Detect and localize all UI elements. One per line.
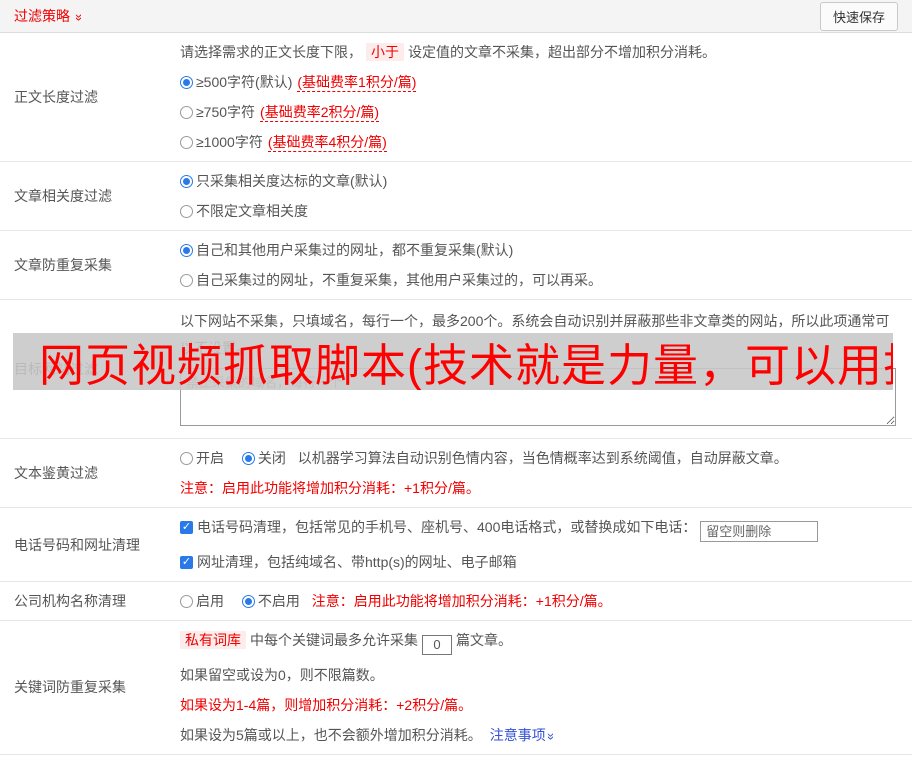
row-keyword-dedup: 关键词防重复采集 私有词库中每个关键词最多允许采集 篇文章。 如果留空或设为0，则…	[0, 621, 912, 755]
replacement-phone-input[interactable]	[700, 521, 819, 542]
double-chevron-down-icon: «	[70, 13, 86, 22]
option-label: 开启	[196, 450, 224, 466]
intro-before: 请选择需求的正文长度下限，	[180, 44, 362, 60]
option-label: 自己和其他用户采集过的网址，都不重复采集(默认)	[196, 242, 514, 258]
row-label: 电话号码和网址清理	[14, 536, 140, 553]
option-relevance-only[interactable]: 只采集相关度达标的文章(默认)	[180, 166, 896, 196]
phone-clean-option[interactable]: ✓ 电话号码清理，包括常见的手机号、座机号、400电话格式，或替换成如下电话：	[180, 512, 896, 547]
option-dedup-all[interactable]: 自己和其他用户采集过的网址，都不重复采集(默认)	[180, 235, 896, 265]
checkbox-checked-icon[interactable]: ✓	[180, 521, 193, 534]
radio-icon[interactable]	[180, 452, 193, 465]
option-disable[interactable]: 关闭	[241, 450, 286, 466]
option-500-chars[interactable]: ≥500字符(默认) (基础费率1积分/篇)	[180, 67, 896, 97]
radio-icon[interactable]	[180, 136, 193, 149]
radio-icon[interactable]	[180, 205, 193, 218]
body-length-intro: 请选择需求的正文长度下限， 小于 设定值的文章不采集，超出部分不增加积分消耗。	[180, 37, 896, 67]
row-content: 开启 关闭 以机器学习算法自动识别色情内容，当色情概率达到系统阈值，自动屏蔽文章…	[180, 439, 912, 507]
option-fee: (基础费率1积分/篇)	[297, 74, 417, 92]
option-label: 启用	[196, 593, 224, 609]
radio-icon[interactable]	[180, 106, 193, 119]
option-1000-chars[interactable]: ≥1000字符 (基础费率4积分/篇)	[180, 127, 896, 157]
row-label: 公司机构名称清理	[14, 593, 126, 609]
limit-text-before: 中每个关键词最多允许采集	[250, 632, 418, 648]
row-content: 请选择需求的正文长度下限， 小于 设定值的文章不采集，超出部分不增加积分消耗。 ≥5…	[180, 33, 912, 161]
keyword-note-five: 如果设为5篇或以上，也不会额外增加积分消耗。 注意事项«	[180, 720, 896, 750]
option-fee: (基础费率4积分/篇)	[267, 134, 387, 152]
page-title-text: 过滤策略	[14, 8, 70, 24]
blocked-domains-textarea[interactable]	[180, 368, 896, 426]
radio-icon[interactable]	[180, 244, 193, 257]
option-label: 不启用	[257, 593, 300, 609]
row-content: 启用 不启用 注意：启用此功能将增加积分消耗：+1积分/篇。	[180, 582, 912, 620]
intro-after: 设定值的文章不采集，超出部分不增加积分消耗。	[408, 44, 716, 60]
row-target-site-filter: 目标网站过滤 以下网站不采集，只填域名，每行一个，最多200个。系统会自动识别并…	[0, 300, 912, 439]
option-fee: (基础费率2积分/篇)	[260, 104, 380, 122]
keyword-note-zero: 如果留空或设为0，则不限篇数。	[180, 666, 384, 683]
radio-icon[interactable]	[241, 595, 255, 608]
row-content: 以下网站不采集，只填域名，每行一个，最多200个。系统会自动识别并屏蔽那些非文章…	[180, 300, 912, 438]
option-label: 不限定文章相关度	[196, 203, 308, 219]
row-relevance-filter: 文章相关度过滤 只采集相关度达标的文章(默认) 不限定文章相关度	[0, 162, 912, 231]
radio-icon[interactable]	[241, 452, 255, 465]
option-dedup-self[interactable]: 自己采集过的网址，不重复采集，其他用户采集过的，可以再采。	[180, 265, 896, 295]
option-label: ≥750字符	[196, 104, 256, 120]
row-porn-filter: 文本鉴黄过滤 开启 关闭 以机器学习算法自动识别色情内容，当色情概率达到系统阈值…	[0, 439, 912, 508]
row-body-length-filter: 正文长度过滤 请选择需求的正文长度下限， 小于 设定值的文章不采集，超出部分不增加积…	[0, 33, 912, 162]
row-company-clean: 公司机构名称清理 启用 不启用 注意：启用此功能将增加积分消耗：+1积分/篇。	[0, 582, 912, 621]
checkbox-label: 网址清理，包括纯域名、带http(s)的网址、电子邮箱	[197, 554, 517, 570]
row-content: 只采集相关度达标的文章(默认) 不限定文章相关度	[180, 162, 912, 230]
keyword-limit-line: 私有词库中每个关键词最多允许采集 篇文章。	[180, 625, 896, 660]
keyword-note-cost: 如果设为1-4篇，则增加积分消耗：+2积分/篇。	[180, 696, 473, 713]
checkbox-checked-icon[interactable]: ✓	[180, 556, 193, 569]
limit-text-after: 篇文章。	[456, 632, 512, 648]
row-content: 私有词库中每个关键词最多允许采集 篇文章。 如果留空或设为0，则不限篇数。 如果设…	[180, 621, 912, 754]
porn-filter-note: 注意：启用此功能将增加积分消耗：+1积分/篇。	[180, 480, 480, 496]
porn-filter-desc: 以机器学习算法自动识别色情内容，当色情概率达到系统阈值，自动屏蔽文章。	[297, 450, 788, 466]
radio-icon[interactable]	[180, 595, 193, 608]
radio-icon[interactable]	[180, 76, 193, 89]
row-content: ✓ 电话号码清理，包括常见的手机号、座机号、400电话格式，或替换成如下电话： ✓…	[180, 508, 912, 581]
url-clean-option[interactable]: ✓ 网址清理，包括纯域名、带http(s)的网址、电子邮箱	[180, 547, 896, 577]
company-clean-note: 注意：启用此功能将增加积分消耗：+1积分/篇。	[311, 593, 612, 609]
header-bar: 过滤策略 « 快速保存	[0, 0, 912, 33]
option-enable[interactable]: 启用	[180, 593, 224, 609]
quick-save-button[interactable]: 快速保存	[819, 1, 898, 31]
target-site-intro: 以下网站不采集，只填域名，每行一个，最多200个。系统会自动识别并屏蔽那些非文章…	[180, 313, 890, 356]
notice-link[interactable]: 注意事项«	[489, 726, 557, 743]
option-label: ≥1000字符	[196, 134, 263, 150]
option-750-chars[interactable]: ≥750字符 (基础费率2积分/篇)	[180, 97, 896, 127]
company-clean-options: 启用 不启用 注意：启用此功能将增加积分消耗：+1积分/篇。	[180, 586, 896, 616]
row-label: 文本鉴黄过滤	[14, 465, 98, 481]
note-text: 如果设为5篇或以上，也不会额外增加积分消耗。	[180, 726, 482, 743]
radio-icon[interactable]	[180, 274, 193, 287]
radio-icon[interactable]	[180, 175, 193, 188]
option-label: 只采集相关度达标的文章(默认)	[196, 173, 388, 189]
notice-link-text: 注意事项	[489, 726, 546, 743]
option-relevance-any[interactable]: 不限定文章相关度	[180, 196, 896, 226]
row-article-dedup: 文章防重复采集 自己和其他用户采集过的网址，都不重复采集(默认) 自己采集过的网…	[0, 231, 912, 300]
row-label: 关键词防重复采集	[14, 679, 126, 696]
row-label: 文章相关度过滤	[14, 188, 112, 204]
checkbox-label: 电话号码清理，包括常见的手机号、座机号、400电话格式，或替换成如下电话：	[197, 519, 697, 535]
porn-filter-options: 开启 关闭 以机器学习算法自动识别色情内容，当色情概率达到系统阈值，自动屏蔽文章…	[180, 443, 896, 473]
keyword-limit-input[interactable]	[422, 634, 452, 655]
option-label: 自己采集过的网址，不重复采集，其他用户采集过的，可以再采。	[196, 272, 602, 288]
option-enable[interactable]: 开启	[180, 450, 224, 466]
row-phone-url-clean: 电话号码和网址清理 ✓ 电话号码清理，包括常见的手机号、座机号、400电话格式，或…	[0, 508, 912, 582]
row-label: 文章防重复采集	[14, 257, 112, 273]
intro-highlight: 小于	[366, 43, 404, 61]
private-lexicon-highlight[interactable]: 私有词库	[180, 631, 246, 649]
option-disable[interactable]: 不启用	[241, 593, 300, 609]
row-content: 自己和其他用户采集过的网址，都不重复采集(默认) 自己采集过的网址，不重复采集，…	[180, 231, 912, 299]
row-label: 目标网站过滤	[14, 361, 98, 377]
page-title[interactable]: 过滤策略 «	[14, 6, 86, 26]
option-label: 关闭	[257, 450, 286, 466]
double-chevron-down-icon: «	[541, 732, 557, 740]
option-label: ≥500字符(默认)	[196, 74, 293, 90]
row-label: 正文长度过滤	[14, 89, 98, 105]
